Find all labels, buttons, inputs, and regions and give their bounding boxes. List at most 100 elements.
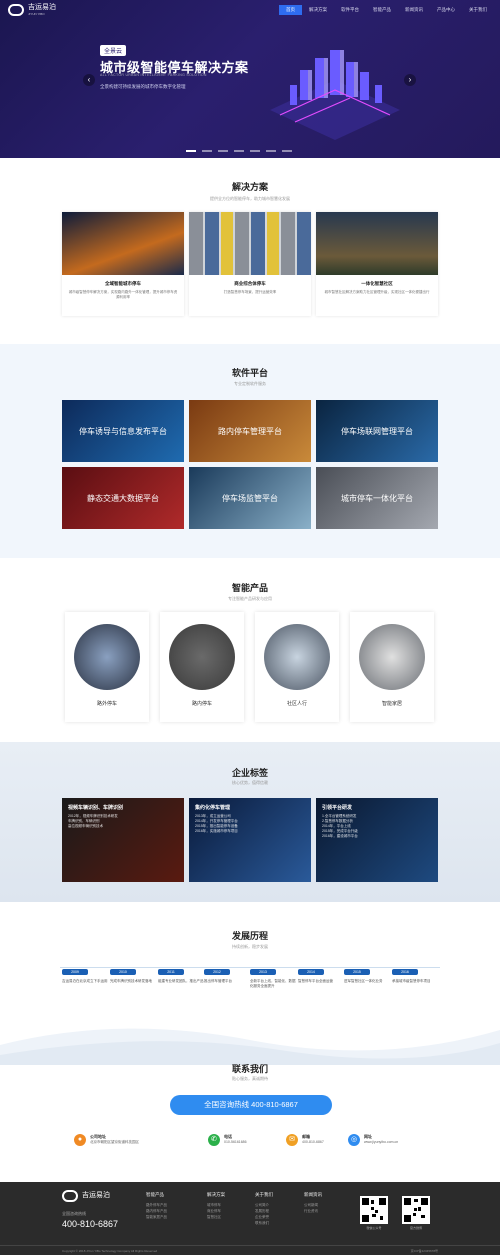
timeline-year: 2016 [392,969,418,975]
carousel-dot[interactable] [218,150,228,152]
nav-item-product-center[interactable]: 产品中心 [430,5,462,15]
main-nav: 首页 解决方案 软件平台 智能产品 新闻资讯 产品中心 关于我们 [279,5,494,15]
hero-subtitle: 全景构建可持续发展的城市停车数字化管理 [100,84,186,89]
site-logo[interactable]: 吉运易泊 JIYUN YIBO [8,4,56,16]
footer-column-head: 关于我们 [255,1192,273,1197]
nav-item-about[interactable]: 关于我们 [462,5,494,15]
timeline-text: 完成车牌识别技术研发落地 [110,979,152,983]
software-tile[interactable]: 路内停车管理平台 [189,400,311,462]
footer-link[interactable]: 联系我们 [255,1220,273,1226]
contact-item-address: ● 公司地址 北京市朝阳区望京街道科技园区 [74,1134,139,1146]
carousel-prev-icon[interactable]: ‹ [83,74,95,86]
nav-item-software[interactable]: 软件平台 [334,5,366,15]
logo-icon [62,1190,78,1202]
phone-icon: ✆ [208,1134,220,1146]
timeline-year: 2011 [158,969,184,975]
solution-card[interactable]: 商业综合体停车 打造智慧停车场景，提升运营效率 [189,212,311,316]
street-parking-image [169,624,235,690]
carousel-dot[interactable] [186,150,196,152]
solution-card[interactable]: 一体化智慧社区 城市智慧社区解决方案助力社区管理升级，实现社区一体化便捷出行 [316,212,438,316]
timeline-item: 2011 组建专业研发团队，推出产品 [158,969,204,984]
solution-name: 全域智能城市停车 [105,281,141,286]
timeline-item: 2010 完成车牌识别技术研发落地 [110,969,156,984]
software-tile[interactable]: 停车场监管平台 [189,467,311,529]
enterprise-card[interactable]: 引领平台研发 1.全平台管理系统研发 2.智慧停车数据分析 2014年，平台上线… [316,798,438,882]
logo-icon [8,4,24,16]
nav-item-solutions[interactable]: 解决方案 [302,5,334,15]
copyright-bar: Copyright © 2018 JiYun YiBo Technology C… [0,1245,500,1253]
enterprise-card-line: 2016年，实施城市停车项目 [195,829,238,833]
footer-column-head: 新闻资讯 [304,1192,322,1197]
timeline-year: 2013 [250,969,276,975]
footer-link[interactable]: 智能家居产品 [146,1214,167,1220]
contact-text: 400-810-6867 [302,1140,324,1144]
parking-lot-image [189,212,311,275]
nav-item-news[interactable]: 新闻资讯 [398,5,430,15]
software-tile[interactable]: 停车场联网管理平台 [316,400,438,462]
qr-code-icon [362,1198,386,1222]
products-subtitle: 专注智能产品研发与应用 [228,596,272,601]
enterprise-card[interactable]: 集约化停车管理 2013年，成立运营公司 2014年，开发停车管理平台 2015… [189,798,311,882]
timeline-text: 承接城市级智慧停车项目 [392,979,431,983]
carousel-dot[interactable] [234,150,244,152]
logo-name: 吉运易泊 [28,4,56,11]
carousel-dot[interactable] [266,150,276,152]
carousel-dots [186,150,292,152]
wechat-qr-code [360,1196,388,1224]
timeline-line [60,967,440,968]
carousel-dot[interactable] [250,150,260,152]
nav-item-products[interactable]: 智能产品 [366,5,398,15]
community-building-image [316,212,438,275]
timeline-item: 2014 智慧停车平台全面运营 [298,969,344,984]
solution-desc: 城市级智慧停车解决方案，实现路内路外一体化管理，提升城市停车资源利用率 [68,290,178,299]
solutions-subtitle: 提供全方位的智能停车，助力城市智慧化发展 [210,196,290,201]
solution-name: 一体化智慧社区 [361,281,393,286]
software-tile[interactable]: 停车诱导与信息发布平台 [62,400,184,462]
timeline-item: 2015 进军智慧社区一体化业务 [344,969,390,984]
timeline-year: 2009 [62,969,88,975]
enterprise-card-title: 引领平台研发 [322,805,353,811]
icp-text[interactable]: 京ICP备12345678号 [411,1249,438,1253]
hotline-button[interactable]: 全国咨询热线 400-810-6867 [170,1095,332,1115]
interior-image [359,624,425,690]
nav-item-home[interactable]: 首页 [279,5,302,15]
carousel-dot[interactable] [202,150,212,152]
carousel-dot[interactable] [282,150,292,152]
city-traffic-image [62,212,184,275]
logo-en: JIYUN YIBO [28,12,45,16]
software-tile[interactable]: 静态交通大数据平台 [62,467,184,529]
product-card[interactable]: 智能家居 [350,612,434,722]
carousel-next-icon[interactable]: › [404,74,416,86]
footer-logo[interactable]: 吉运易泊 [62,1190,110,1202]
building-image [264,624,330,690]
timeline-text: 进军智慧社区一体化业务 [344,979,383,983]
page: 吉运易泊 JIYUN YIBO 首页 解决方案 软件平台 智能产品 新闻资讯 产… [0,0,500,1255]
footer-link[interactable]: 智慧社区 [207,1214,225,1220]
product-name: 社区人行 [286,701,307,707]
isometric-city-illustration [270,50,400,140]
copyright-text: Copyright © 2018 JiYun YiBo Technology C… [62,1249,158,1253]
hero-title-en: ALL FACTOR URBAN INTELLIGENT PARKING SOL… [100,73,207,77]
timeline-item: 2009 吉运易泊在北京成立下手运用 [62,969,108,984]
products-title: 智能产品 [231,583,268,593]
footer-column-head: 解决方案 [207,1192,225,1197]
solution-card[interactable]: 全域智能城市停车 城市级智慧停车解决方案，实现路内路外一体化管理，提升城市停车资… [62,212,184,316]
software-tile[interactable]: 城市停车一体化平台 [316,467,438,529]
contact-text[interactable]: www.jiyunyibo.com.cn [364,1140,398,1145]
product-name: 路外停车 [96,701,117,707]
product-card[interactable]: 社区人行 [255,612,339,722]
product-card[interactable]: 路外停车 [65,612,149,722]
software-subtitle: 专业定制软件服务 [234,381,266,386]
timeline-text: 智慧停车平台全面运营 [298,979,333,983]
product-card[interactable]: 路内停车 [160,612,244,722]
software-title: 软件平台 [231,368,268,378]
footer-link[interactable]: 行业资讯 [304,1208,322,1214]
product-name: 智能家居 [381,701,402,707]
location-icon: ● [74,1134,86,1146]
timeline-text: 吉运易泊在北京成立下手运用 [62,979,108,983]
weibo-qr-code [402,1196,430,1224]
contact-item-phone: ✆ 电话 010-56161686 [208,1134,247,1146]
enterprise-card[interactable]: 视频车辆识别、车牌识别 2012年，视频车牌识别技术研发 车牌识别、车辆识别 高… [62,798,184,882]
history-subtitle: 持续创新，稳步发展 [232,944,268,949]
enterprise-title: 企业标签 [231,768,268,778]
